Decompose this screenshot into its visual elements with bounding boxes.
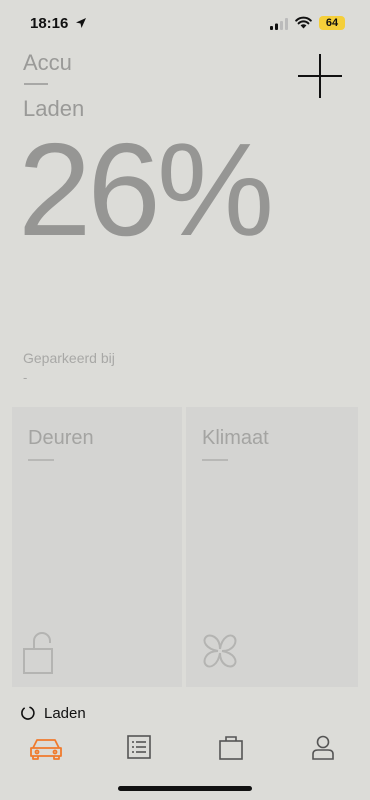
tab-profile[interactable] — [306, 732, 340, 762]
home-indicator — [118, 786, 252, 791]
fan-icon — [203, 634, 237, 668]
tab-list[interactable] — [122, 732, 156, 762]
list-icon — [127, 735, 151, 759]
doors-tile[interactable]: Deuren — [12, 407, 182, 687]
parked-value: - — [23, 370, 28, 385]
doors-tile-title: Deuren — [28, 427, 94, 449]
title-divider — [24, 83, 48, 85]
loading-row: Laden — [20, 703, 86, 723]
car-icon — [30, 739, 62, 760]
battery-percent: 26% — [18, 116, 274, 263]
lock-icon — [23, 632, 53, 674]
tab-car[interactable] — [29, 732, 63, 762]
battery-badge: 64 — [319, 16, 345, 30]
wifi-icon — [295, 16, 312, 29]
tab-shop[interactable] — [214, 732, 248, 762]
spinner-icon — [21, 706, 35, 720]
screen: 18:16 64 Accu Laden 26% Geparkeerd bij -… — [0, 0, 370, 800]
profile-icon — [312, 735, 334, 760]
location-arrow-icon — [76, 18, 86, 28]
page-title: Accu — [23, 50, 72, 75]
climate-tile[interactable]: Klimaat — [186, 407, 358, 687]
climate-tile-title: Klimaat — [202, 427, 269, 449]
tile-divider — [28, 459, 54, 461]
loading-text: Laden — [44, 704, 86, 722]
parked-label: Geparkeerd bij — [23, 350, 115, 366]
status-bar: 18:16 64 — [0, 0, 370, 48]
add-button[interactable] — [296, 52, 344, 100]
shop-bag-icon — [219, 736, 243, 760]
signal-icon — [270, 18, 288, 30]
tile-divider — [202, 459, 228, 461]
tab-bar — [0, 728, 370, 768]
status-time: 18:16 — [30, 15, 69, 32]
